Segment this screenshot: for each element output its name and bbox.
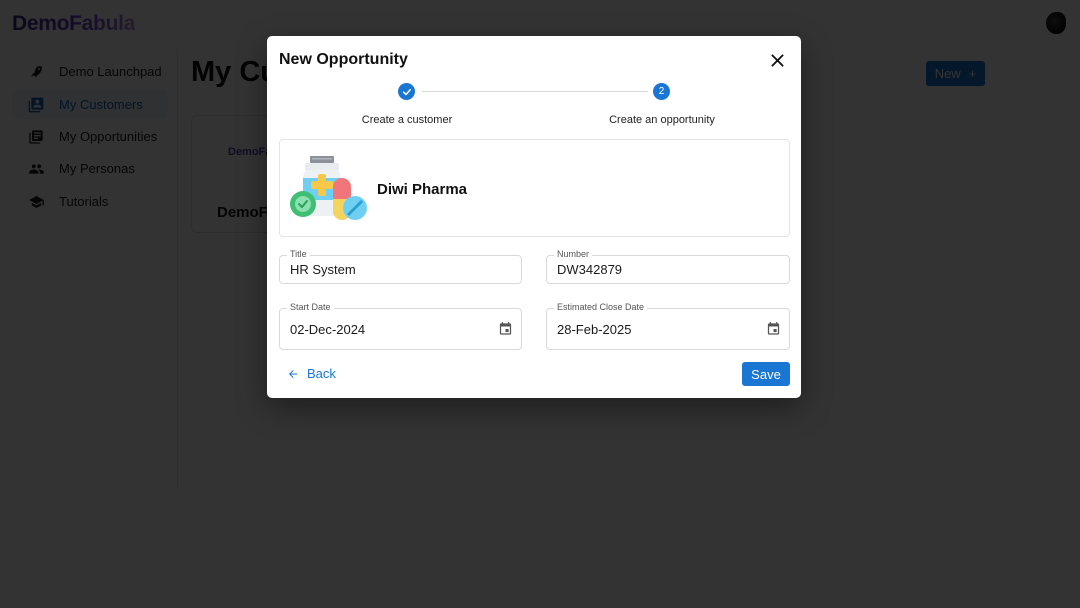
step-1-label: Create a customer	[361, 114, 453, 126]
title-field-label: Title	[287, 249, 310, 259]
selected-customer-card: Diwi Pharma	[279, 139, 790, 237]
dialog-title: New Opportunity	[279, 51, 408, 68]
start-date-field: Start Date	[279, 302, 522, 350]
customer-name: Diwi Pharma	[377, 181, 468, 198]
number-field: Number	[546, 249, 790, 284]
stepper: 2 Create a customer Create an opportunit…	[267, 82, 801, 128]
title-input[interactable]	[290, 262, 485, 277]
close-button[interactable]	[767, 50, 787, 70]
pharmacy-icon	[290, 156, 367, 220]
number-field-label: Number	[554, 249, 593, 259]
new-opportunity-dialog: New Opportunity 2 Create a customer Crea…	[267, 36, 801, 398]
back-button[interactable]: Back	[287, 366, 336, 381]
title-field: Title	[279, 249, 522, 284]
step-1-completed	[398, 83, 415, 100]
number-input[interactable]	[557, 262, 753, 277]
close-icon	[770, 53, 784, 67]
calendar-icon[interactable]	[765, 321, 781, 337]
calendar-icon[interactable]	[497, 321, 513, 337]
back-button-label: Back	[307, 366, 336, 381]
check-icon	[402, 88, 411, 95]
close-date-field-label: Estimated Close Date	[554, 302, 648, 312]
step-2-label: Create an opportunity	[609, 114, 715, 126]
arrow-left-icon	[289, 369, 297, 378]
save-button[interactable]: Save	[742, 362, 790, 386]
step-2-active: 2	[653, 83, 670, 100]
close-date-field: Estimated Close Date	[546, 302, 790, 350]
start-date-input[interactable]	[290, 322, 485, 337]
close-date-input[interactable]	[557, 322, 753, 337]
stepper-connector	[422, 91, 648, 92]
start-date-field-label: Start Date	[287, 302, 334, 312]
